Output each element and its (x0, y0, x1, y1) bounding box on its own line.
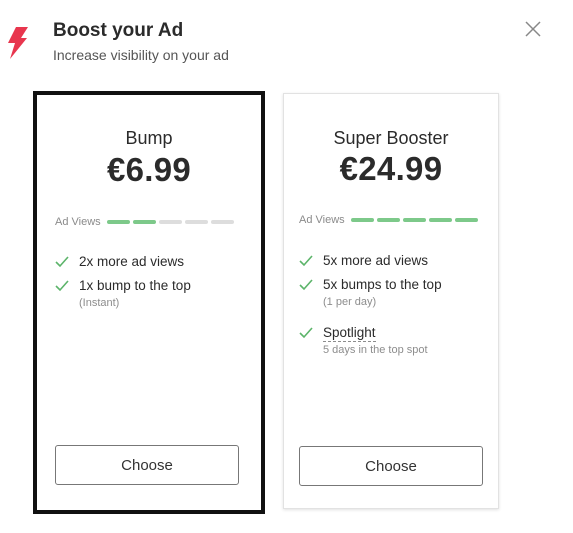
ad-views-segment (428, 218, 452, 222)
plan-card-bump[interactable]: Bump €6.99 Ad Views 2x more ad views 1x … (33, 91, 265, 514)
plan-price: €24.99 (339, 150, 443, 187)
feature-item: 5x more ad views (299, 253, 442, 277)
ad-views-label: Ad Views (55, 216, 101, 228)
feature-subtext: 5 days in the top spot (323, 344, 428, 356)
ad-views-segment (184, 220, 208, 224)
modal-subtitle: Increase visibility on your ad (53, 47, 229, 63)
feature-list: 5x more ad views 5x bumps to the top (1 … (299, 253, 442, 356)
ad-views-segment (132, 220, 156, 224)
lightning-bolt-icon (8, 27, 28, 59)
feature-item: Spotlight 5 days in the top spot (299, 325, 442, 356)
feature-subtext: (Instant) (79, 297, 120, 309)
choose-button-super-booster[interactable]: Choose (299, 446, 483, 486)
ad-views-segment (350, 218, 374, 222)
ad-views-segment (376, 218, 400, 222)
check-icon (299, 327, 313, 339)
ad-views-meter: Ad Views (299, 214, 481, 226)
check-icon (55, 256, 69, 268)
ad-views-segment (106, 220, 130, 224)
feature-item: 1x bump to the top (Instant) (55, 278, 191, 309)
feature-text: 2x more ad views (79, 254, 185, 269)
feature-subtext: (1 per day) (323, 296, 377, 308)
close-icon[interactable] (523, 19, 543, 39)
modal-title: Boost your Ad (53, 20, 184, 41)
ad-views-segment (402, 218, 426, 222)
choose-button-bump[interactable]: Choose (55, 445, 239, 485)
feature-item: 5x bumps to the top (1 per day) (299, 277, 442, 325)
feature-text: 5x bumps to the top (323, 277, 442, 292)
modal-header: Boost your Ad Increase visibility on you… (0, 0, 573, 80)
plan-card-super-booster[interactable]: Super Booster €24.99 Ad Views 5x more ad… (283, 93, 499, 509)
spotlight-tooltip-link[interactable]: Spotlight (323, 325, 376, 342)
check-icon (55, 280, 69, 292)
check-icon (299, 255, 313, 267)
feature-list: 2x more ad views 1x bump to the top (Ins… (55, 254, 191, 309)
check-icon (299, 279, 313, 291)
ad-views-meter: Ad Views (55, 216, 237, 228)
plan-name: Super Booster (333, 128, 449, 148)
ad-views-segment (210, 220, 234, 224)
ad-views-segment (454, 218, 478, 222)
ad-views-label: Ad Views (299, 214, 345, 226)
feature-item: 2x more ad views (55, 254, 191, 278)
plan-price: €6.99 (106, 151, 192, 188)
plan-name: Bump (125, 128, 173, 148)
ad-views-segment (158, 220, 182, 224)
feature-text: 1x bump to the top (79, 278, 191, 293)
feature-text: 5x more ad views (323, 253, 429, 268)
